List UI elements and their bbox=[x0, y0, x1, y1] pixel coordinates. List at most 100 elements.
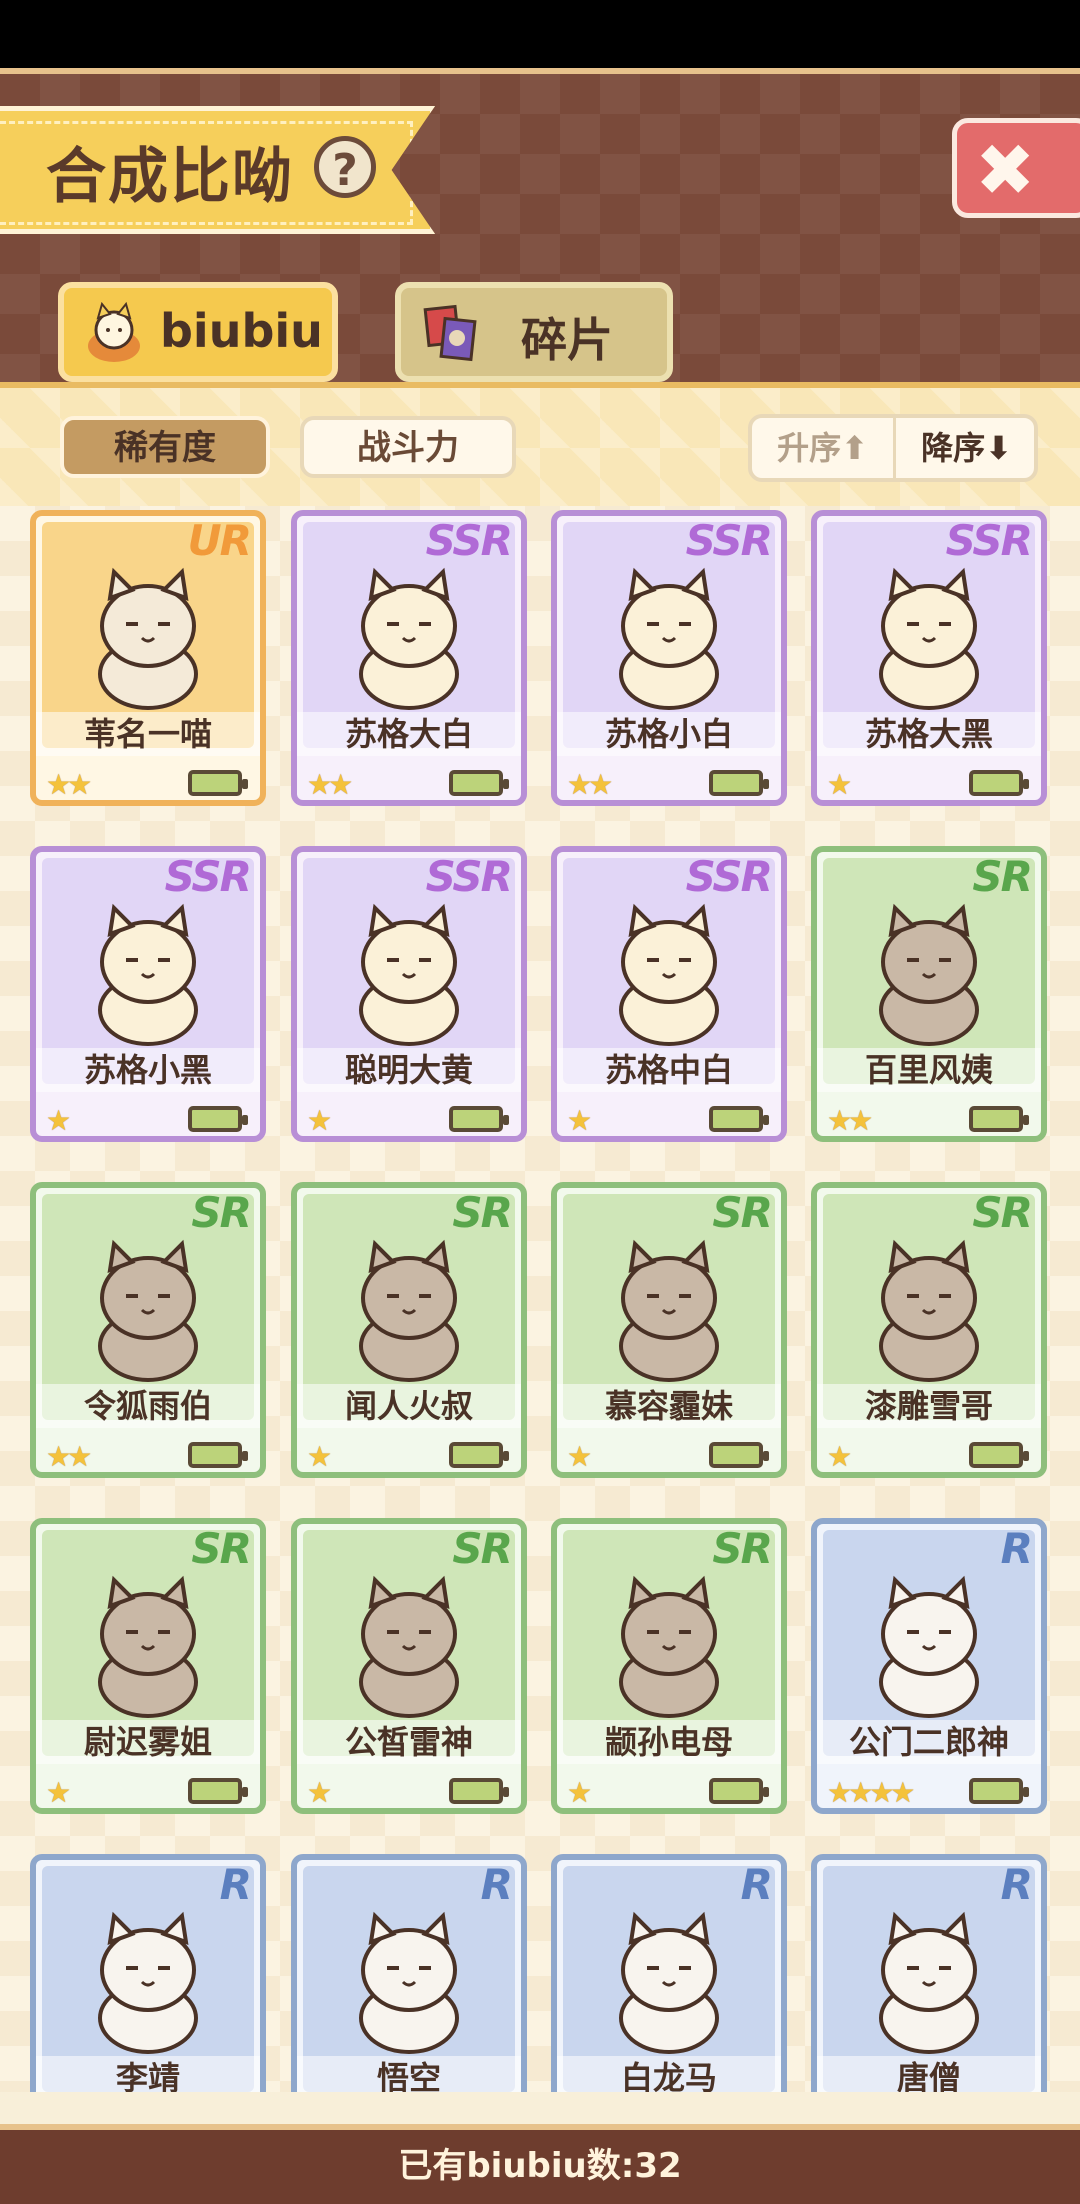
card-name: 苏格大白 bbox=[297, 712, 521, 756]
tab-biubiu-label: biubiu bbox=[160, 304, 323, 358]
card[interactable]: SR 尉迟雾姐 ★ bbox=[30, 1518, 266, 1814]
card[interactable]: SSR 苏格小黑 ★ bbox=[30, 846, 266, 1142]
battery-icon bbox=[709, 1778, 769, 1804]
rarity-badge: SR bbox=[191, 1524, 252, 1573]
card[interactable]: SR 百里风姨 ★★ bbox=[811, 846, 1047, 1142]
rarity-badge: UR bbox=[187, 516, 252, 565]
battery-icon bbox=[709, 1442, 769, 1468]
rarity-badge: SSR bbox=[685, 852, 773, 901]
card[interactable]: R 唐僧 bbox=[811, 1854, 1047, 2092]
card-grid[interactable]: UR 苇名一喵 ★★ SSR 苏格大白 ★★ SSR 苏格小白 ★★ SSR 苏格大黑 ★ SSR 苏格小… bbox=[0, 506, 1080, 2092]
card-name: 公门二郎神 bbox=[817, 1720, 1041, 1764]
sort-descending-button[interactable]: 降序⬇ bbox=[896, 418, 1037, 478]
rarity-badge: R bbox=[1000, 1860, 1033, 1909]
battery-icon bbox=[188, 1442, 248, 1468]
sort-ascending-button[interactable]: 升序⬆ bbox=[752, 418, 896, 478]
star-rating: ★ bbox=[567, 1440, 592, 1473]
card-name: 颛孙电母 bbox=[557, 1720, 781, 1764]
filter-rarity-button[interactable]: 稀有度 bbox=[60, 416, 270, 478]
cat-portrait-icon bbox=[98, 1575, 198, 1718]
cat-portrait-icon bbox=[619, 567, 719, 710]
star-rating: ★★ bbox=[567, 768, 613, 801]
sort-group: 升序⬆ 降序⬇ bbox=[748, 414, 1038, 482]
star-rating: ★ bbox=[567, 1776, 592, 1809]
card[interactable]: R 公门二郎神 ★★★★ bbox=[811, 1518, 1047, 1814]
card[interactable]: SR 闻人火叔 ★ bbox=[291, 1182, 527, 1478]
cat-portrait-icon bbox=[98, 1239, 198, 1382]
card[interactable]: SSR 苏格小白 ★★ bbox=[551, 510, 787, 806]
battery-icon bbox=[449, 770, 509, 796]
star-rating: ★ bbox=[307, 1104, 332, 1137]
rarity-badge: SR bbox=[972, 1188, 1033, 1237]
card-name: 令狐雨伯 bbox=[36, 1384, 260, 1428]
help-button[interactable]: ? bbox=[314, 136, 376, 198]
card-name: 苏格中白 bbox=[557, 1048, 781, 1092]
battery-icon bbox=[969, 1106, 1029, 1132]
rarity-badge: SR bbox=[712, 1524, 773, 1573]
card-name: 公皙雷神 bbox=[297, 1720, 521, 1764]
star-rating: ★★★★ bbox=[827, 1776, 915, 1809]
cat-portrait-icon bbox=[359, 1239, 459, 1382]
filter-power-button[interactable]: 战斗力 bbox=[300, 416, 516, 478]
star-rating: ★ bbox=[46, 1776, 71, 1809]
cat-portrait-icon bbox=[619, 1911, 719, 2054]
star-rating: ★ bbox=[567, 1104, 592, 1137]
card[interactable]: SSR 苏格大白 ★★ bbox=[291, 510, 527, 806]
battery-icon bbox=[188, 1778, 248, 1804]
status-bar bbox=[0, 0, 1080, 68]
card-name: 尉迟雾姐 bbox=[36, 1720, 260, 1764]
card[interactable]: SSR 聪明大黄 ★ bbox=[291, 846, 527, 1142]
rarity-badge: SR bbox=[972, 852, 1033, 901]
card[interactable]: SR 漆雕雪哥 ★ bbox=[811, 1182, 1047, 1478]
card[interactable]: R 李靖 bbox=[30, 1854, 266, 2092]
star-rating: ★★ bbox=[46, 1440, 92, 1473]
card[interactable]: UR 苇名一喵 ★★ bbox=[30, 510, 266, 806]
card[interactable]: R 白龙马 bbox=[551, 1854, 787, 2092]
tab-fragments[interactable]: 碎片 bbox=[395, 282, 673, 382]
card[interactable]: SSR 苏格大黑 ★ bbox=[811, 510, 1047, 806]
fragment-icon bbox=[423, 304, 477, 362]
card[interactable]: SR 慕容霾妹 ★ bbox=[551, 1182, 787, 1478]
card-name: 悟空 bbox=[297, 2056, 521, 2092]
star-rating: ★ bbox=[827, 768, 852, 801]
cat-portrait-icon bbox=[98, 903, 198, 1046]
close-button[interactable]: ✖ bbox=[952, 118, 1080, 218]
star-rating: ★ bbox=[307, 1776, 332, 1809]
rarity-badge: SR bbox=[452, 1188, 513, 1237]
card-name: 苏格小白 bbox=[557, 712, 781, 756]
cat-portrait-icon bbox=[359, 567, 459, 710]
card[interactable]: SSR 苏格中白 ★ bbox=[551, 846, 787, 1142]
battery-icon bbox=[449, 1778, 509, 1804]
biubiu-count: 已有biubiu数:32 bbox=[398, 2146, 682, 2186]
card[interactable]: SR 公皙雷神 ★ bbox=[291, 1518, 527, 1814]
card-name: 苇名一喵 bbox=[36, 712, 260, 756]
cat-portrait-icon bbox=[879, 567, 979, 710]
page-title: 合成比呦 bbox=[46, 142, 294, 212]
tab-biubiu[interactable]: biubiu bbox=[58, 282, 338, 382]
cat-portrait-icon bbox=[619, 1575, 719, 1718]
card[interactable]: R 悟空 bbox=[291, 1854, 527, 2092]
cat-portrait-icon bbox=[98, 567, 198, 710]
rarity-badge: R bbox=[1000, 1524, 1033, 1573]
rarity-badge: SSR bbox=[425, 516, 513, 565]
rarity-badge: SR bbox=[712, 1188, 773, 1237]
rarity-badge: SR bbox=[191, 1188, 252, 1237]
battery-icon bbox=[449, 1442, 509, 1468]
card-name: 慕容霾妹 bbox=[557, 1384, 781, 1428]
cat-portrait-icon bbox=[98, 1911, 198, 2054]
cat-portrait-icon bbox=[359, 1911, 459, 2054]
star-rating: ★ bbox=[827, 1440, 852, 1473]
card[interactable]: SR 令狐雨伯 ★★ bbox=[30, 1182, 266, 1478]
card[interactable]: SR 颛孙电母 ★ bbox=[551, 1518, 787, 1814]
card-name: 漆雕雪哥 bbox=[817, 1384, 1041, 1428]
star-rating: ★ bbox=[307, 1440, 332, 1473]
card-name: 苏格小黑 bbox=[36, 1048, 260, 1092]
rarity-badge: R bbox=[480, 1860, 513, 1909]
battery-icon bbox=[969, 1442, 1029, 1468]
rarity-badge: SSR bbox=[685, 516, 773, 565]
battery-icon bbox=[188, 770, 248, 796]
cat-portrait-icon bbox=[359, 903, 459, 1046]
rarity-badge: R bbox=[740, 1860, 773, 1909]
star-rating: ★★ bbox=[827, 1104, 873, 1137]
tab-fragments-label: 碎片 bbox=[521, 313, 613, 367]
